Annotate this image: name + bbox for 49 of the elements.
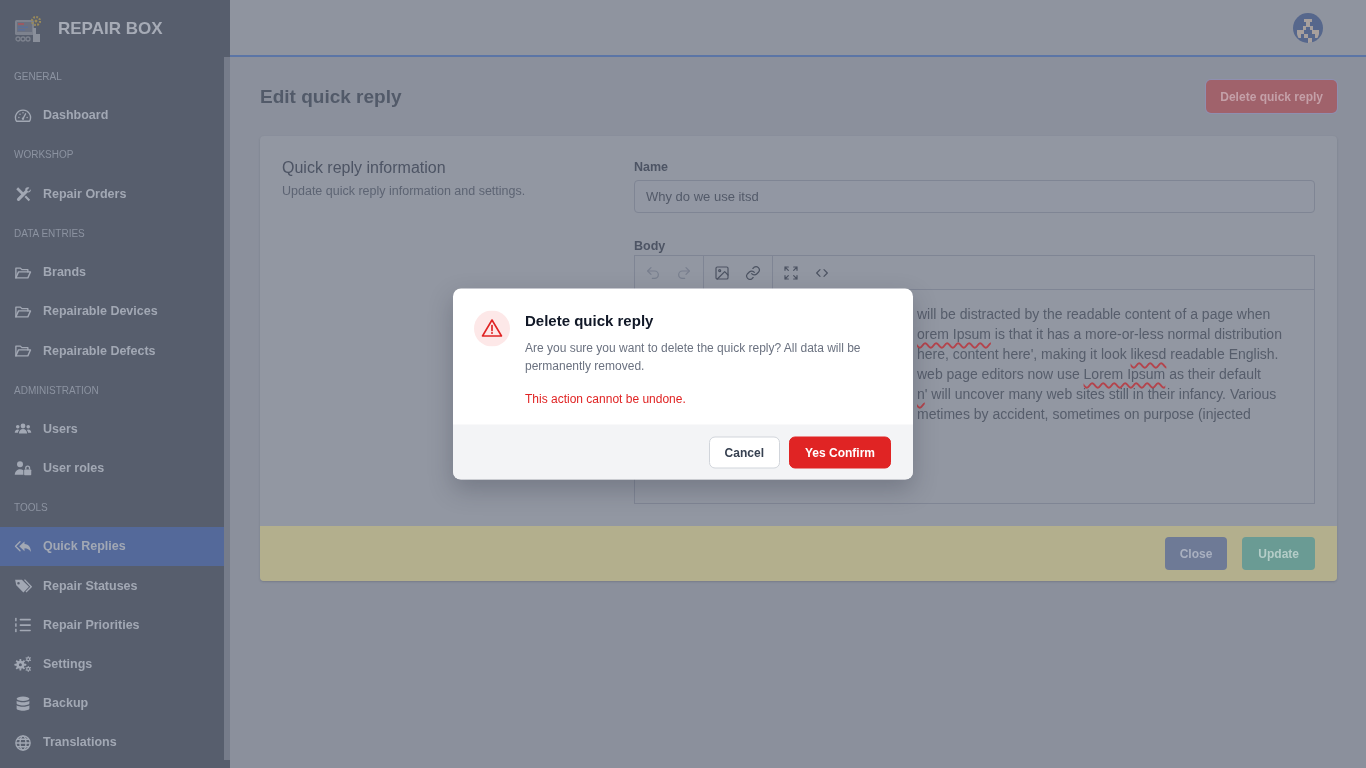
page-title: Edit quick reply <box>260 85 402 109</box>
sidebar-item[interactable]: Repairable Devices <box>0 292 224 332</box>
avatar-icon[interactable] <box>1293 12 1323 43</box>
sidebar-item[interactable]: Users <box>0 409 224 449</box>
dialog-title: Delete quick reply <box>525 310 655 331</box>
monitor-gear-icon <box>14 14 42 43</box>
cancel-button[interactable]: Cancel <box>708 436 780 469</box>
globe-icon <box>14 733 32 752</box>
sidebar-item[interactable]: Settings <box>0 644 224 684</box>
numbered-list-icon <box>14 616 32 635</box>
database-icon <box>14 694 32 713</box>
gauge-icon <box>14 106 32 125</box>
section-title: Quick reply information <box>282 158 447 178</box>
user-lock-icon <box>14 459 32 478</box>
sidebar-item[interactable]: Repair Statuses <box>0 566 224 606</box>
name-input[interactable]: Why do we use itsd <box>634 180 1315 213</box>
warning-icon <box>474 310 510 347</box>
sidebar-item[interactable]: Repair Orders <box>0 174 224 214</box>
undo-icon <box>645 264 661 281</box>
link-icon <box>745 264 761 281</box>
image-icon <box>714 264 730 281</box>
warning-text: This action cannot be undone. <box>525 390 687 408</box>
sidebar-item[interactable]: Dashboard <box>0 96 224 136</box>
fullscreen-icon <box>783 264 799 281</box>
sidebar-item[interactable]: User roles <box>0 448 224 489</box>
update-button[interactable]: Update <box>1242 537 1315 570</box>
sidebar-item[interactable]: Repair Priorities <box>0 605 224 645</box>
delete-button[interactable]: Delete quick reply <box>1206 80 1337 113</box>
body-text-line: here, content here', making it look likesd readable English. <box>917 345 1280 364</box>
field-label: Body <box>634 238 667 255</box>
sidebar-item[interactable]: Quick Replies <box>0 527 224 567</box>
sidebar-scrollbar[interactable] <box>224 57 230 760</box>
sidebar-item[interactable]: Repairable Defects <box>0 331 224 371</box>
body-text-line: orem Ipsum is that it has a more-or-less normal distribution <box>917 325 1283 344</box>
gears-icon <box>14 655 32 674</box>
body-text-line: n' will uncover many web sites still in their infancy. Various <box>917 385 1278 404</box>
confirm-button[interactable]: Yes Confirm <box>788 436 891 469</box>
field-label: Name <box>634 159 670 176</box>
sidebar-item[interactable]: Backup <box>0 684 224 724</box>
sidebar-item[interactable]: Brands <box>0 252 224 293</box>
body-text-line: will be distracted by the readable content of a page when <box>917 305 1272 324</box>
redo-icon <box>676 264 692 281</box>
wrench-screwdriver-icon <box>14 185 32 204</box>
close-button[interactable]: Close <box>1164 537 1228 570</box>
body-text-line: metimes by accident, sometimes on purpose (injected <box>917 405 1252 424</box>
dialog-message: Are you sure you want to delete the quick reply? All data will be permanently removed. <box>525 339 862 375</box>
sidebar-item[interactable]: Translations <box>0 723 224 763</box>
brand-name: REPAIR BOX <box>58 17 163 40</box>
body-text-line: web page editors now use Lorem Ipsum as their default <box>917 365 1262 384</box>
